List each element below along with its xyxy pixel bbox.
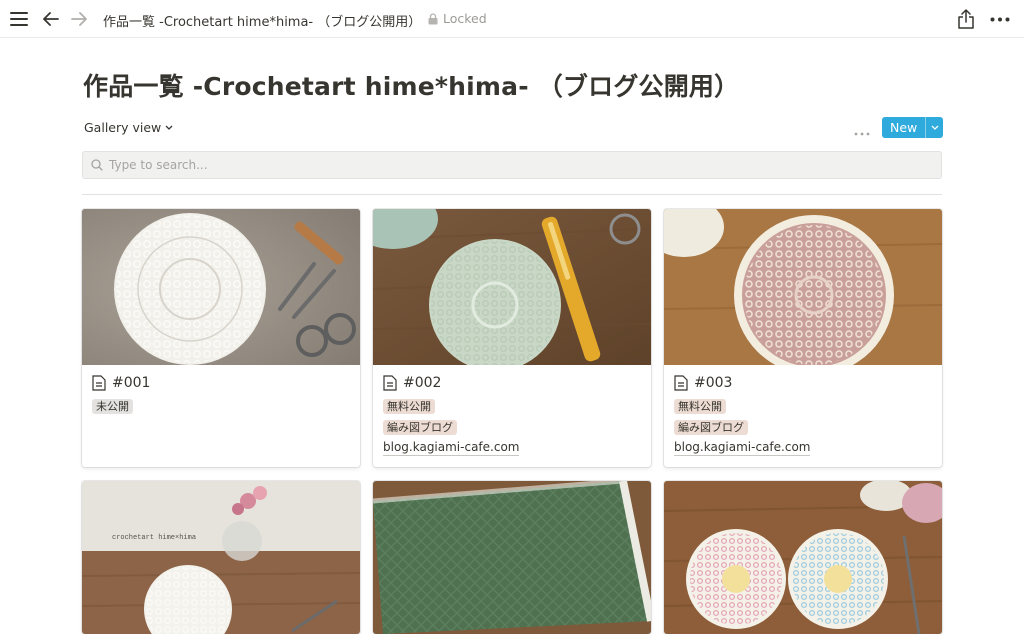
search-input[interactable]	[109, 158, 909, 172]
card-tag: 無料公開	[674, 399, 726, 414]
card-title: #001	[112, 375, 151, 391]
page-title: 作品一覧 -Crochetart hime*hima- （ブログ公開用）	[83, 72, 740, 101]
card-watermark: crochetart hime×hima	[112, 534, 196, 542]
new-dropdown-icon[interactable]	[925, 117, 943, 138]
view-label: Gallery view	[84, 120, 162, 135]
gallery-card[interactable]	[664, 481, 942, 634]
gallery-card[interactable]: #003 無料公開 編み図ブログ blog.kagiami-cafe.com	[664, 209, 942, 467]
page-icon	[383, 375, 397, 391]
gallery-card[interactable]: #002 無料公開 編み図ブログ blog.kagiami-cafe.com	[373, 209, 651, 467]
locked-indicator[interactable]: Locked	[428, 11, 487, 26]
top-bar: 作品一覧 -Crochetart hime*hima- （ブログ公開用） Loc…	[0, 0, 1024, 38]
breadcrumb[interactable]: 作品一覧 -Crochetart hime*hima- （ブログ公開用）	[103, 11, 421, 30]
search-bar	[82, 151, 942, 179]
new-button-label: New	[890, 120, 918, 135]
back-arrow-icon[interactable]	[41, 9, 61, 29]
chevron-down-icon	[165, 125, 173, 130]
card-cover-image	[82, 209, 360, 365]
card-title-row: #002	[383, 373, 641, 393]
card-title: #002	[403, 375, 442, 391]
card-tag: 編み図ブログ	[674, 420, 748, 435]
gallery-card[interactable]: #001 未公開	[82, 209, 360, 467]
card-cover-image	[664, 209, 942, 365]
search-icon	[91, 159, 103, 171]
lock-icon	[428, 12, 438, 24]
new-button[interactable]: New	[882, 117, 944, 138]
view-selector[interactable]: Gallery view	[84, 120, 173, 135]
card-tag: 編み図ブログ	[383, 420, 457, 435]
gallery-card[interactable]: crochetart hime×hima	[82, 481, 360, 634]
card-cover-image: crochetart hime×hima	[82, 481, 360, 634]
more-options-icon[interactable]	[988, 9, 1012, 29]
page-icon	[92, 375, 106, 391]
forward-arrow-icon[interactable]	[69, 9, 89, 29]
card-cover-image	[373, 209, 651, 365]
card-title-row: #003	[674, 373, 932, 393]
card-title-row: #001	[92, 373, 350, 393]
card-tag: 無料公開	[383, 399, 435, 414]
card-cover-image	[664, 481, 942, 634]
card-link[interactable]: blog.kagiami-cafe.com	[674, 440, 811, 456]
page-icon	[674, 375, 688, 391]
card-title: #003	[694, 375, 733, 391]
card-cover-image	[373, 481, 651, 634]
view-options-icon[interactable]	[854, 121, 874, 136]
menu-icon[interactable]	[9, 9, 29, 29]
locked-label: Locked	[443, 11, 487, 26]
share-icon[interactable]	[955, 8, 977, 30]
card-tag: 未公開	[92, 399, 133, 414]
divider	[82, 194, 942, 195]
gallery-card[interactable]	[373, 481, 651, 634]
card-link[interactable]: blog.kagiami-cafe.com	[383, 440, 520, 456]
